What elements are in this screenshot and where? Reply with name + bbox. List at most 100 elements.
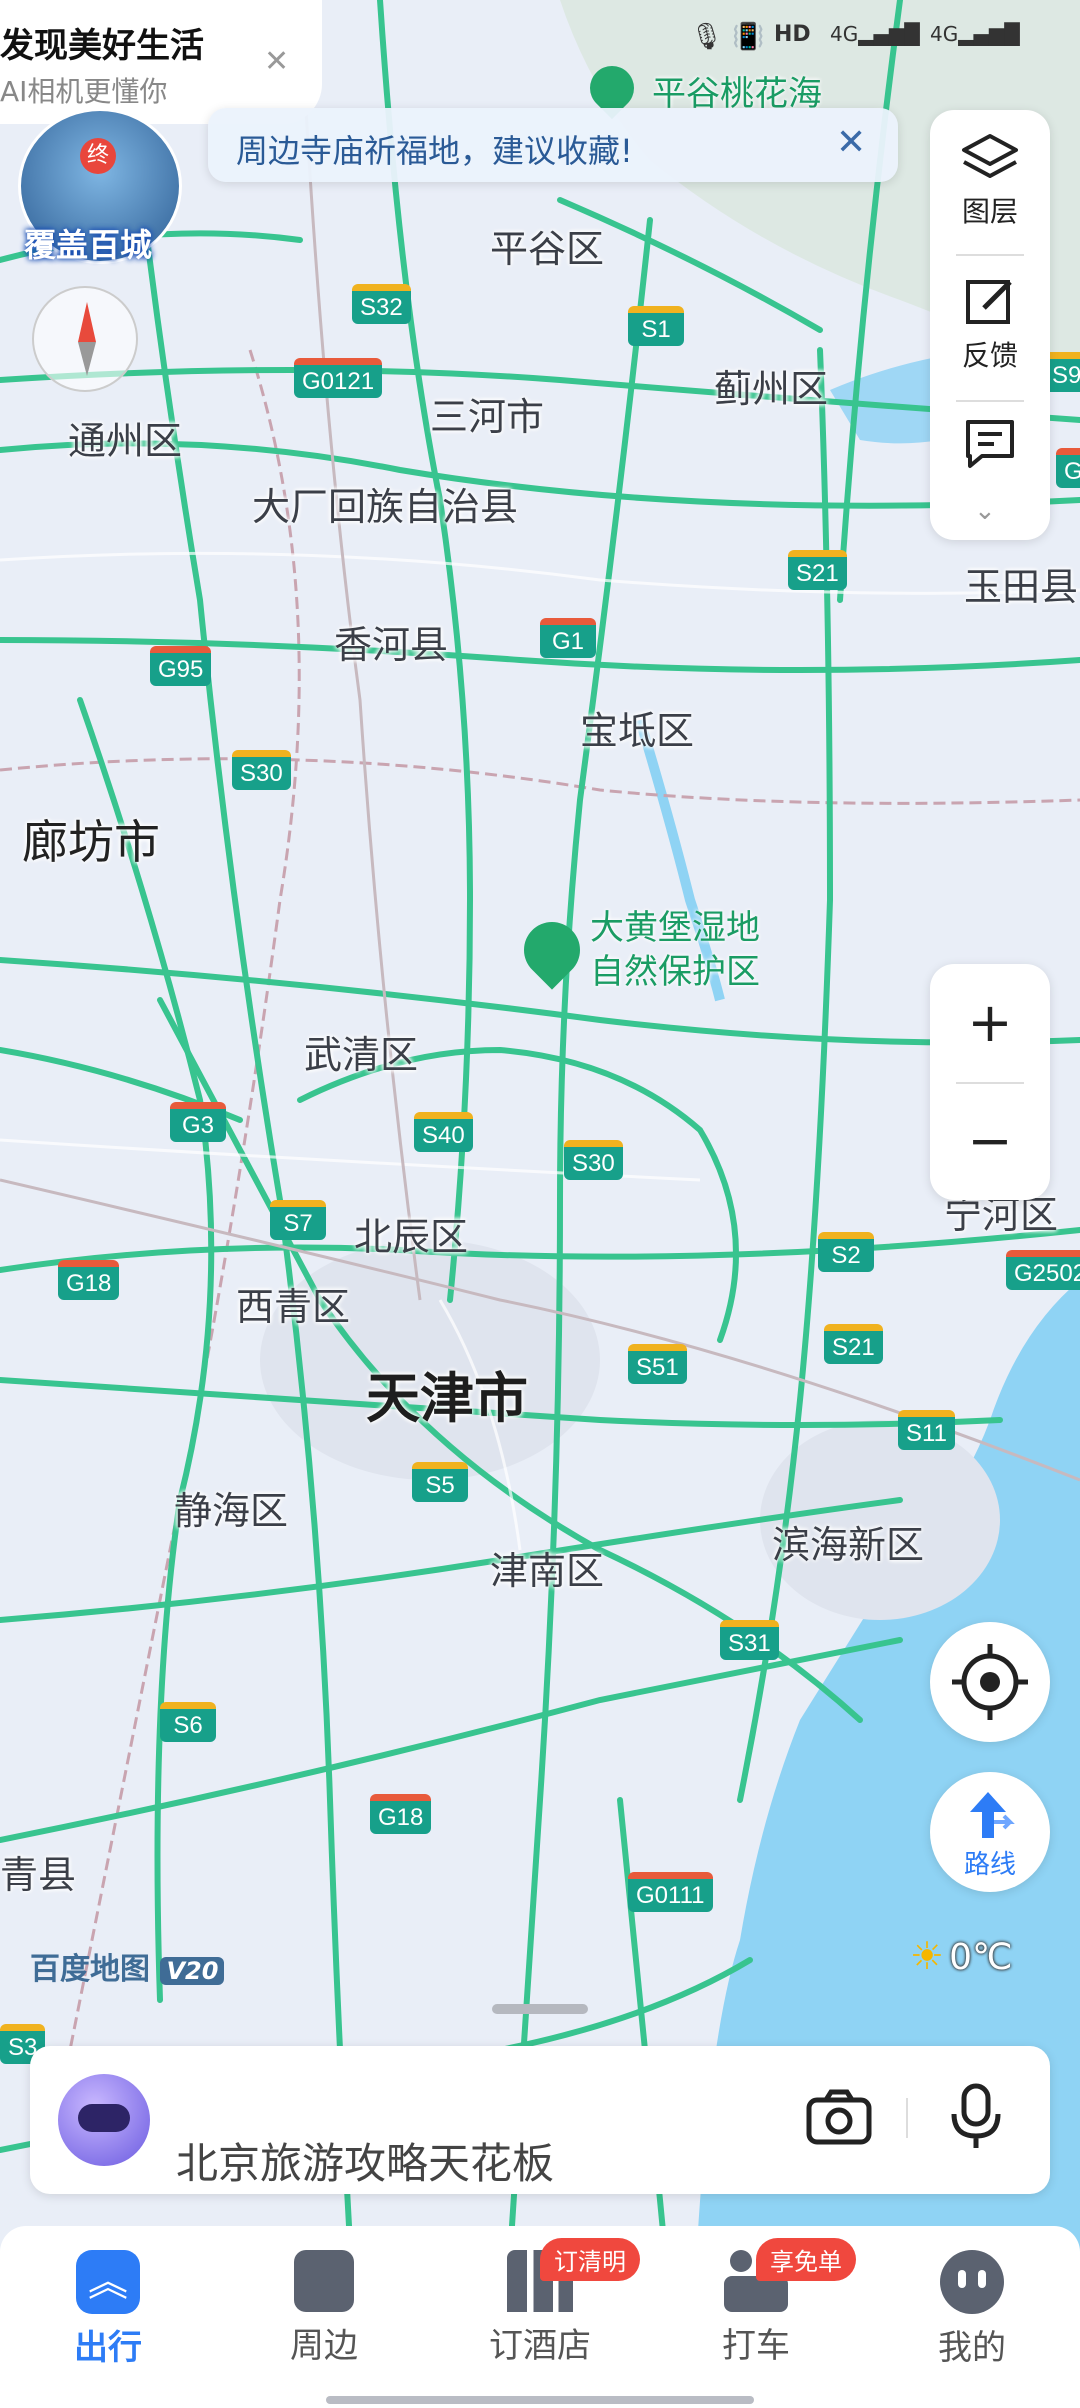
map-label-tianjin: 天津市 — [366, 1367, 528, 1430]
compass-needle-north — [78, 302, 96, 342]
hotel-badge: 订清明 — [540, 2238, 640, 2281]
feedback-label: 反馈 — [961, 339, 1018, 372]
map-label-jinghai: 静海区 — [174, 1489, 289, 1533]
map-label-dachang: 大厂回族自治县 — [252, 485, 519, 529]
highway-shield: S11 — [898, 1410, 955, 1450]
ad-title: 发现美好生活 — [0, 26, 204, 66]
highway-shield: S51 — [628, 1344, 687, 1384]
map-tools-panel: 图层 反馈 ⌄ — [930, 110, 1050, 540]
map-label-yutian: 玉田县 — [964, 565, 1079, 609]
nav-label: 出行 — [74, 2328, 142, 2368]
search-input[interactable]: 北京旅游攻略天花板 — [176, 2130, 554, 2191]
taxi-badge: 享免单 — [756, 2238, 856, 2281]
travel-icon: ︽ — [76, 2250, 140, 2314]
poi-wetland-label[interactable]: 大黄堡湿地 自然保护区 — [590, 906, 760, 994]
search-bar[interactable]: 北京旅游攻略天花板 — [30, 2046, 1050, 2194]
highway-shield: S21 — [824, 1324, 883, 1364]
highway-shield: G18 — [370, 1794, 432, 1834]
message-button[interactable] — [930, 416, 1050, 486]
highway-shield: G0111 — [628, 1872, 713, 1912]
highway-shield: S40 — [414, 1112, 473, 1152]
compass-icon[interactable] — [32, 286, 138, 392]
close-icon[interactable]: ✕ — [836, 122, 866, 163]
route-label: 路线 — [963, 1850, 1016, 1880]
zoom-in-button[interactable]: + — [930, 964, 1050, 1082]
map-label-jinnan: 津南区 — [490, 1549, 605, 1593]
nav-travel[interactable]: ︽ 出行 — [28, 2250, 188, 2369]
map-label-sanhe: 三河市 — [430, 395, 545, 439]
map-label-beichen: 北辰区 — [354, 1215, 469, 1259]
signal-icon: 4G▂▄▆█ — [930, 22, 1020, 46]
feedback-button[interactable]: 反馈 — [930, 270, 1050, 390]
divider — [956, 400, 1024, 402]
locate-icon — [952, 1644, 1028, 1720]
map-label-xiqing: 西青区 — [236, 1285, 351, 1329]
highway-shield: S21 — [788, 550, 847, 590]
nearby-icon — [294, 2250, 354, 2312]
highway-shield: S30 — [232, 750, 291, 790]
route-button[interactable]: 路线 — [930, 1772, 1050, 1892]
zoom-out-button[interactable]: − — [930, 1082, 1050, 1200]
sun-icon: ☀ — [910, 1934, 945, 1978]
assistant-avatar-icon[interactable] — [58, 2074, 150, 2166]
nav-profile[interactable]: 我的 — [892, 2250, 1052, 2369]
highway-shield: S1 — [628, 306, 684, 346]
divider — [906, 2098, 908, 2138]
highway-shield: G — [1056, 448, 1080, 488]
profile-icon — [940, 2250, 1004, 2314]
locate-button[interactable] — [930, 1622, 1050, 1742]
highway-shield: S32 — [352, 284, 411, 324]
status-ad-card[interactable]: 发现美好生活 AI相机更懂你 ✕ — [0, 0, 322, 124]
close-icon[interactable]: ✕ — [264, 44, 289, 79]
highway-shield: S6 — [160, 1702, 216, 1742]
chevron-down-icon[interactable]: ⌄ — [974, 496, 996, 526]
signal-icon: 4G▂▄▆█ — [830, 22, 920, 46]
map-label-xianghe: 香河县 — [334, 623, 449, 667]
highway-shield: G1 — [540, 618, 596, 658]
map-label-tongzhou: 通州区 — [68, 419, 183, 463]
highway-shield: G0121 — [294, 358, 383, 398]
map-label-baodi: 宝坻区 — [580, 709, 695, 753]
map-brand: 百度地图 V20 — [30, 1944, 225, 1988]
brand-version: V20 — [160, 1957, 225, 1985]
map-label-langfang: 廊坊市 — [22, 815, 160, 869]
sheet-drag-handle[interactable] — [492, 2004, 588, 2014]
map-label-wuqing: 武清区 — [304, 1033, 419, 1077]
poi-wetland-line1: 大黄堡湿地 — [590, 908, 760, 948]
brand-label: 百度地图 — [30, 1952, 150, 1987]
map-label-pinggu: 平谷区 — [490, 227, 605, 271]
message-icon — [966, 420, 1014, 468]
highway-shield: G95 — [150, 646, 212, 686]
nav-label: 打车 — [722, 2326, 790, 2366]
map-label-jizhou: 蓟州区 — [714, 367, 829, 411]
promo-pin-icon: 终 — [80, 138, 116, 174]
hd-icon: HD — [774, 22, 811, 47]
vibrate-icon: 📳 — [732, 22, 765, 52]
ad-subtitle: AI相机更懂你 — [0, 75, 168, 108]
camera-icon[interactable] — [804, 2086, 874, 2152]
map-label-qingxian: 青县 — [0, 1853, 77, 1897]
divider — [956, 254, 1024, 256]
layers-button[interactable]: 图层 — [930, 126, 1050, 246]
highway-shield: G3 — [170, 1102, 226, 1142]
promo-badge[interactable]: 终 覆盖百城 — [18, 108, 182, 268]
nav-label: 订酒店 — [489, 2326, 591, 2366]
home-indicator — [326, 2396, 754, 2404]
highway-shield: S2 — [818, 1232, 874, 1272]
compass-needle-south — [78, 342, 96, 376]
weather[interactable]: ☀ 0℃ — [910, 1934, 1013, 1984]
status-icons: 🎙 📳 HD 4G▂▄▆█ 4G▂▄▆█ 32 — [690, 22, 1070, 62]
nav-label: 我的 — [938, 2328, 1006, 2368]
layers-label: 图层 — [961, 195, 1018, 228]
nav-label: 周边 — [290, 2326, 358, 2366]
highway-shield: G18 — [58, 1260, 120, 1300]
notice-bar[interactable]: 周边寺庙祈福地，建议收藏! ✕ — [208, 108, 898, 182]
highway-shield: S31 — [720, 1620, 779, 1660]
microphone-icon[interactable] — [948, 2082, 1004, 2156]
highway-shield: S5 — [412, 1462, 468, 1502]
layers-icon — [962, 134, 1018, 178]
weather-temp: 0℃ — [949, 1937, 1013, 1978]
nav-nearby[interactable]: 周边 — [244, 2250, 404, 2367]
zoom-control: + − — [930, 964, 1050, 1200]
feedback-icon — [966, 280, 1012, 324]
